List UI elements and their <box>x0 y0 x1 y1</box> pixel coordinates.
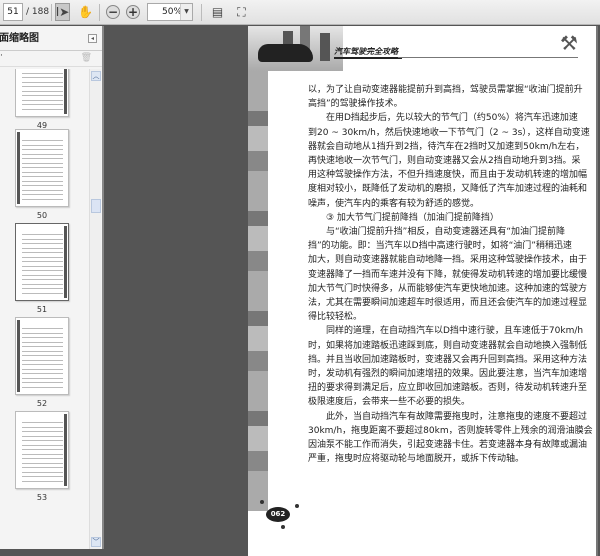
text-line: 此外，当自动挡汽车有故障需要拖曳时，注意拖曳的速度不要超过 <box>326 411 588 422</box>
signpost-icon: ⚒ <box>560 31 578 55</box>
page-thumbnail[interactable] <box>15 317 69 395</box>
collapse-panel-button[interactable]: ◂ <box>88 34 97 43</box>
car-image <box>258 44 313 62</box>
text-line: 加大节气门时快得多，从而能够使汽车更快地加速。这种加速的驾驶方 <box>308 283 588 294</box>
text-line: 再快速地收一次节气门，则自动变速器又会从2挡自动地升到3挡。采 <box>308 156 581 167</box>
text-line: 器就会自动地从1挡升到2挡，待汽车在2挡时又加速到50km/h左右， <box>308 141 585 152</box>
body-text: 以，为了让自动变速器能提前升到高挡，驾驶员需掌握“收油门提前升 高挡”的驾驶操作技… <box>308 83 593 466</box>
text-line: 时，如果将加速踏板迅速踩到底，则自动变速器就会自动地换入强制低 <box>308 340 588 351</box>
page-thumbnail[interactable] <box>15 129 69 207</box>
document-page: 汽车驾驶完全攻略 ⚒ 以，为了让自动变速器能提前升到高挡，驾驶员需掌握“收油门提… <box>248 26 598 556</box>
page-thumbnail[interactable] <box>15 411 69 489</box>
text-line: 扭的要求得到满足后，应立即收回加速踏板。否则，待发动机转速升至 <box>308 383 588 394</box>
text-line: 在用D挡起步后，先以较大的节气门（约50%）将汽车迅速加速 <box>326 113 578 124</box>
text-line: 挡。并且当收回加速踏板时，变速器又会再升回到高挡。采用这种方法 <box>308 354 588 365</box>
text-line: 挡”的功能。即：当汽车以D挡中高速行驶时，如将“油门”稍稍迅速 <box>308 241 572 252</box>
zoom-out-button[interactable]: − <box>106 5 120 19</box>
panel-header: 页面缩略图 ◂ <box>0 26 102 51</box>
hand-icon: ✋ <box>78 5 93 19</box>
divider <box>201 4 202 21</box>
trash-icon[interactable]: 🗑 <box>81 53 92 63</box>
toolbar: 51 / 188 I➤ ✋ − + 50% ▼ ▤ ⛶ <box>0 0 600 25</box>
cursor-select-icon: I➤ <box>55 5 70 19</box>
thumbnail-label: 50 <box>36 211 48 220</box>
text-line: 变速器降了一挡而车速并没有下降，就使得发动机转速的增加要比缓慢 <box>308 269 588 280</box>
options-icon[interactable]: · <box>0 51 3 61</box>
fit-page-icon: ▤ <box>211 5 224 19</box>
text-line: 以，为了让自动变速器能提前升到高挡，驾驶员需掌握“收油门提前升 <box>308 85 583 95</box>
text-line: 30km/h，拖曳距离不要超过80km，否则旋转零件上残余的润滑油膜会 <box>308 425 593 436</box>
page-total: / 188 <box>26 7 50 17</box>
text-line: 加大，则自动变速器就能自动地降一挡。采用这种驾驶操作技术，由于 <box>308 255 588 266</box>
page-number-badge: 062 <box>266 507 290 522</box>
hand-tool-button[interactable]: ✋ <box>78 3 93 21</box>
header-title: 汽车驾驶完全攻略 <box>334 46 402 59</box>
text-line: 极限速度后，会带来一些不必要的损失。 <box>308 397 471 408</box>
text-line: 噪声，使汽车内的乘客有较为舒适的感觉。 <box>308 198 480 209</box>
thumbnail-list: 49 50 51 52 53 <box>0 69 88 549</box>
chevron-down-icon[interactable]: ▼ <box>180 4 192 20</box>
text-line: 严重，拖曳时应将驱动轮与地面脱开，或拆下传动轴。 <box>308 454 525 465</box>
scrollbar[interactable]: ︿ ﹀ <box>89 69 101 549</box>
text-line: 到20 ~ 30km/h，然后快速地收一下节气门（2 ~ 3s），这样自动变速 <box>308 127 590 138</box>
expand-icon: ⛶ <box>237 4 246 19</box>
panel-toolbar: · 🗑 <box>0 51 102 67</box>
text-line: 与“收油门提前升挡”相反，自动变速器还具有“加油门提前降 <box>326 227 565 238</box>
fit-page-button[interactable]: ▤ <box>210 3 225 21</box>
select-tool-button[interactable]: I➤ <box>55 3 70 21</box>
panel-title: 页面缩略图 <box>0 33 39 44</box>
page-thumbnail[interactable] <box>15 223 69 301</box>
header-car-image <box>248 26 343 71</box>
text-line: 法，尤其在需要瞬间加速超车时很适用，而且还会使汽车的加速过程显 <box>308 298 588 309</box>
zoom-select[interactable]: 50% ▼ <box>147 3 193 21</box>
divider <box>99 4 100 21</box>
fit-width-button[interactable]: ⛶ <box>234 3 249 21</box>
plus-icon: + <box>127 5 139 19</box>
text-line: 用这种驾驶操作方法，不但升挡速度快，而且由于发动机转速的增加幅 <box>308 170 588 181</box>
text-line: ③ 加大节气门提前降挡（加油门提前降挡） <box>326 212 499 223</box>
thumbnails-panel: 页面缩略图 ◂ · 🗑 4950515253 ︿ ﹀ <box>0 26 104 549</box>
text-line: 因油泵不能工作而消失，引起变速器卡住。若变速器本身有故障或漏油 <box>308 440 588 451</box>
text-line: 同样的道理，在自动挡汽车以D挡中速行驶，且车速低于70km/h <box>326 326 584 337</box>
page-number-input[interactable]: 51 <box>3 3 23 21</box>
text-line: 时，发动机有强烈的瞬间加速增扭的效果。因此要注意，当汽车加速增 <box>308 369 588 380</box>
text-line: 得比较轻松。 <box>308 312 363 323</box>
zoom-in-button[interactable]: + <box>126 5 140 19</box>
header-rule <box>398 57 578 58</box>
divider <box>51 4 52 21</box>
decorative-strip <box>248 71 268 511</box>
page-thumbnail[interactable] <box>15 69 69 117</box>
text-line: 度相对较小，既降低了发动机的磨损，又降低了汽车加速过程的油耗和 <box>308 184 588 195</box>
chevron-up-icon[interactable]: ︿ <box>91 71 101 81</box>
minus-icon: − <box>107 5 119 19</box>
thumbnail-label: 52 <box>36 399 48 408</box>
chevron-down-icon[interactable]: ﹀ <box>91 537 101 547</box>
scrollbar-thumb[interactable] <box>91 199 101 213</box>
thumbnail-label: 53 <box>36 493 48 502</box>
zoom-value: 50% <box>162 7 183 17</box>
thumbnail-label: 51 <box>36 305 48 314</box>
text-line: 高挡”的驾驶操作技术。 <box>308 99 403 110</box>
